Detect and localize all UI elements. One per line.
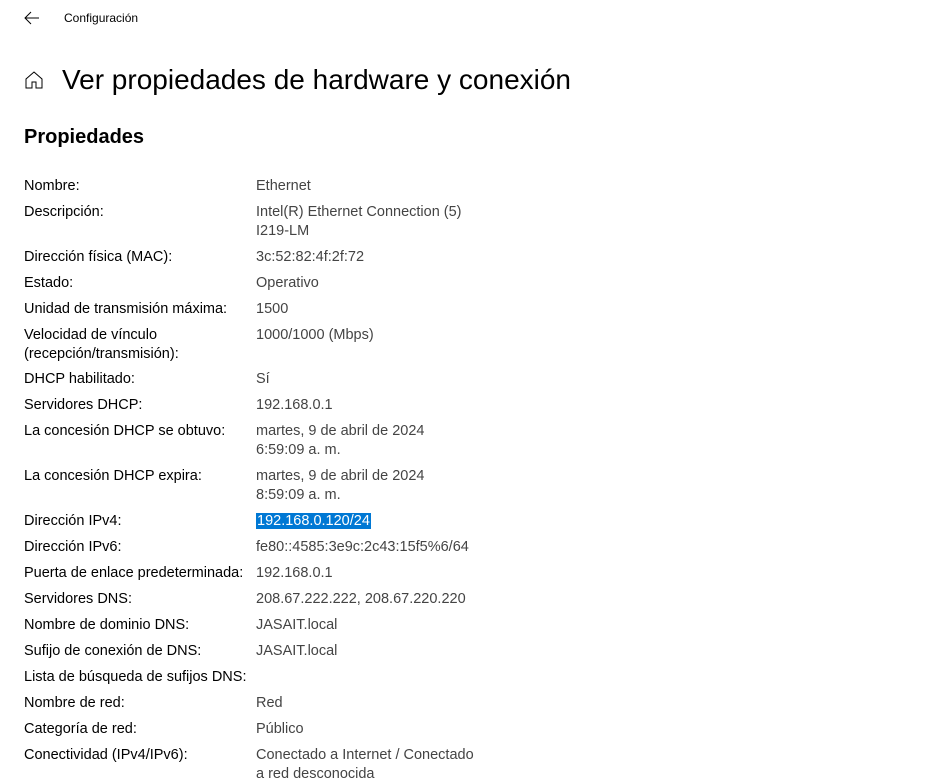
property-label: Conectividad (IPv4/IPv6): <box>24 746 256 765</box>
property-row: Dirección IPv4:192.168.0.120/24 <box>24 512 910 531</box>
property-value: 192.168.0.1 <box>256 396 333 415</box>
property-value: Público <box>256 720 304 739</box>
page-title: Ver propiedades de hardware y conexión <box>62 64 571 96</box>
property-value: JASAIT.local <box>256 642 337 661</box>
property-label: La concesión DHCP se obtuvo: <box>24 422 256 441</box>
property-label: Sufijo de conexión de DNS: <box>24 642 256 661</box>
property-row: Nombre de dominio DNS:JASAIT.local <box>24 616 910 635</box>
property-label: Dirección IPv4: <box>24 512 256 531</box>
property-label: Puerta de enlace predeterminada: <box>24 564 256 583</box>
property-row: Dirección física (MAC):3c:52:82:4f:2f:72 <box>24 248 910 267</box>
property-row: DHCP habilitado:Sí <box>24 370 910 389</box>
property-row: Nombre:Ethernet <box>24 177 910 196</box>
property-value: Intel(R) Ethernet Connection (5) I219-LM <box>256 203 476 241</box>
property-value: 1500 <box>256 300 288 319</box>
content-area: Propiedades Nombre:EthernetDescripción:I… <box>0 96 934 783</box>
property-label: Categoría de red: <box>24 720 256 739</box>
property-row: Servidores DHCP:192.168.0.1 <box>24 396 910 415</box>
property-value: Sí <box>256 370 270 389</box>
property-label: Nombre: <box>24 177 256 196</box>
header-bar: Configuración <box>0 0 934 36</box>
property-value: JASAIT.local <box>256 616 337 635</box>
property-row: Categoría de red:Público <box>24 720 910 739</box>
property-label: Nombre de dominio DNS: <box>24 616 256 635</box>
property-value: 192.168.0.1 <box>256 564 333 583</box>
property-value: 3c:52:82:4f:2f:72 <box>256 248 364 267</box>
property-label: DHCP habilitado: <box>24 370 256 389</box>
property-row: Estado:Operativo <box>24 274 910 293</box>
property-row: Conectividad (IPv4/IPv6):Conectado a Int… <box>24 746 910 784</box>
property-label: Dirección IPv6: <box>24 538 256 557</box>
property-row: Unidad de transmisión máxima:1500 <box>24 300 910 319</box>
property-label: Descripción: <box>24 203 256 222</box>
property-value: 208.67.222.222, 208.67.220.220 <box>256 590 466 609</box>
property-label: Dirección física (MAC): <box>24 248 256 267</box>
property-label: Estado: <box>24 274 256 293</box>
property-row: Velocidad de vínculo (recepción/transmis… <box>24 326 910 364</box>
property-row: Lista de búsqueda de sufijos DNS: <box>24 668 910 687</box>
property-row: Sufijo de conexión de DNS:JASAIT.local <box>24 642 910 661</box>
section-heading: Propiedades <box>24 126 910 149</box>
property-label: Lista de búsqueda de sufijos DNS: <box>24 668 256 687</box>
property-value: Ethernet <box>256 177 311 196</box>
property-label: La concesión DHCP expira: <box>24 467 256 486</box>
property-row: Servidores DNS:208.67.222.222, 208.67.22… <box>24 590 910 609</box>
property-row: Dirección IPv6:fe80::4585:3e9c:2c43:15f5… <box>24 538 910 557</box>
property-value: 1000/1000 (Mbps) <box>256 326 374 345</box>
property-value: 192.168.0.120/24 <box>256 512 371 531</box>
property-row: Nombre de red:Red <box>24 694 910 713</box>
property-label: Unidad de transmisión máxima: <box>24 300 256 319</box>
property-value: martes, 9 de abril de 2024 8:59:09 a. m. <box>256 467 476 505</box>
property-value: Operativo <box>256 274 319 293</box>
back-arrow-icon <box>24 10 40 26</box>
property-label: Servidores DNS: <box>24 590 256 609</box>
property-label: Nombre de red: <box>24 694 256 713</box>
property-row: Puerta de enlace predeterminada:192.168.… <box>24 564 910 583</box>
property-value: Conectado a Internet / Conectado a red d… <box>256 746 476 784</box>
title-row: Ver propiedades de hardware y conexión <box>0 36 934 96</box>
property-row: La concesión DHCP se obtuvo:martes, 9 de… <box>24 422 910 460</box>
home-icon[interactable] <box>24 70 44 90</box>
back-button[interactable] <box>24 10 40 26</box>
property-row: Descripción:Intel(R) Ethernet Connection… <box>24 203 910 241</box>
property-value: Red <box>256 694 283 713</box>
header-title: Configuración <box>64 11 138 25</box>
property-row: La concesión DHCP expira:martes, 9 de ab… <box>24 467 910 505</box>
property-value: fe80::4585:3e9c:2c43:15f5%6/64 <box>256 538 469 557</box>
property-label: Velocidad de vínculo (recepción/transmis… <box>24 326 256 364</box>
property-label: Servidores DHCP: <box>24 396 256 415</box>
selected-text: 192.168.0.120/24 <box>256 513 371 529</box>
properties-list: Nombre:EthernetDescripción:Intel(R) Ethe… <box>24 177 910 783</box>
property-value: martes, 9 de abril de 2024 6:59:09 a. m. <box>256 422 476 460</box>
